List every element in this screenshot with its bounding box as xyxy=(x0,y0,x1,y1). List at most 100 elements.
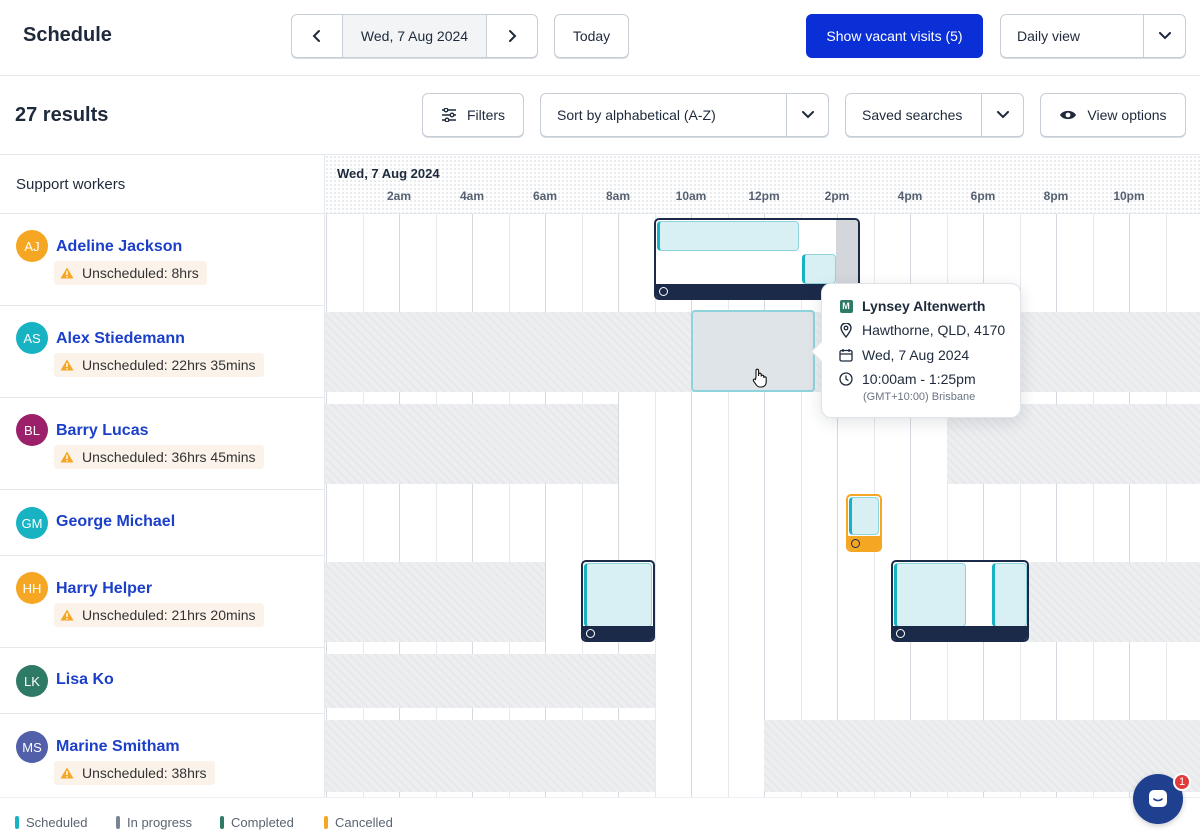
worker-row: AJ Adeline Jackson Unscheduled: 8hrs xyxy=(0,214,324,306)
legend-completed: Completed xyxy=(220,815,294,830)
hour-tick-label: 6pm xyxy=(970,189,996,203)
visit-block[interactable] xyxy=(849,497,879,535)
chevron-down-icon xyxy=(786,94,828,136)
warning-icon xyxy=(60,359,74,371)
hour-gridline xyxy=(655,714,656,798)
legend-label: Cancelled xyxy=(335,815,393,830)
view-select[interactable]: Daily view xyxy=(1000,14,1186,58)
visit-group[interactable] xyxy=(581,560,655,642)
hour-gridline xyxy=(983,648,984,714)
hour-gridline xyxy=(1166,490,1167,556)
legend-cancelled: Cancelled xyxy=(324,815,393,830)
results-count: 27 results xyxy=(15,104,109,126)
next-day-button[interactable] xyxy=(487,15,537,57)
hour-gridline xyxy=(728,648,729,714)
hour-gridline xyxy=(1166,214,1167,306)
timezone-text: (GMT+10:00) Brisbane xyxy=(863,391,976,403)
in-progress-block[interactable] xyxy=(836,220,858,286)
warning-icon xyxy=(60,267,74,279)
visit-block[interactable] xyxy=(657,221,799,251)
timeline: Wed, 7 Aug 2024 2am 4am 6am 8am 10am 12pm 2pm 4… xyxy=(325,155,1200,798)
visit-footer xyxy=(583,626,653,640)
filters-button[interactable]: Filters xyxy=(422,93,524,137)
hour-gridline xyxy=(655,398,656,490)
visit-block[interactable] xyxy=(894,563,966,627)
hour-gridline xyxy=(910,490,911,556)
worker-row: LK Lisa Ko xyxy=(0,648,324,714)
hour-gridline xyxy=(582,214,583,306)
view-select-value: Daily view xyxy=(1017,28,1081,44)
previous-day-button[interactable] xyxy=(292,15,342,57)
info-icon xyxy=(659,287,668,296)
warning-icon xyxy=(60,767,74,779)
sort-select[interactable]: Sort by alphabetical (A-Z) xyxy=(540,93,829,137)
info-icon xyxy=(586,629,595,638)
timeline-row xyxy=(325,714,1200,798)
visit-block[interactable] xyxy=(802,254,836,284)
hour-gridline xyxy=(655,490,656,556)
workers-column: Support workers AJ Adeline Jackson Unsch… xyxy=(0,155,325,798)
hour-gridline xyxy=(801,490,802,556)
show-vacant-visits-button[interactable]: Show vacant visits (5) xyxy=(806,14,983,58)
worker-row: HH Harry Helper Unscheduled: 21hrs 20min… xyxy=(0,556,324,648)
saved-searches-select[interactable]: Saved searches xyxy=(845,93,1024,137)
hour-gridline xyxy=(655,648,656,714)
unscheduled-label: Unscheduled: 8hrs xyxy=(82,265,199,281)
chat-icon xyxy=(1149,790,1167,807)
hour-tick-label: 8am xyxy=(605,189,631,203)
hour-tick-label: 6am xyxy=(532,189,558,203)
avatar: HH xyxy=(16,572,48,604)
worker-row: AS Alex Stiedemann Unscheduled: 22hrs 35… xyxy=(0,306,324,398)
timeline-row xyxy=(325,648,1200,714)
today-button[interactable]: Today xyxy=(554,14,629,58)
hour-gridline xyxy=(1093,490,1094,556)
visit-group[interactable] xyxy=(891,560,1029,642)
worker-name[interactable]: Adeline Jackson xyxy=(56,238,182,256)
unavailable-block xyxy=(325,654,655,708)
worker-name[interactable]: Lisa Ko xyxy=(56,671,114,689)
hour-gridline xyxy=(472,214,473,306)
worker-name[interactable]: Marine Smitham xyxy=(56,738,180,756)
hour-gridline xyxy=(545,214,546,306)
hour-gridline xyxy=(837,648,838,714)
hour-gridline xyxy=(691,648,692,714)
saved-searches-value: Saved searches xyxy=(862,107,963,123)
hour-gridline xyxy=(1056,648,1057,714)
worker-name[interactable]: Alex Stiedemann xyxy=(56,330,185,348)
hour-gridline xyxy=(837,490,838,556)
avatar: GM xyxy=(16,507,48,539)
hour-gridline xyxy=(1020,648,1021,714)
worker-name[interactable]: George Michael xyxy=(56,513,175,531)
hour-gridline xyxy=(1056,490,1057,556)
view-options-button[interactable]: View options xyxy=(1040,93,1186,137)
tooltip-address: Hawthorne, QLD, 4170 xyxy=(838,322,1005,338)
date-navigator: Wed, 7 Aug 2024 xyxy=(291,14,538,58)
unscheduled-label: Unscheduled: 22hrs 35mins xyxy=(82,357,256,373)
hour-gridline xyxy=(436,214,437,306)
info-icon xyxy=(851,539,860,548)
worker-name[interactable]: Barry Lucas xyxy=(56,422,149,440)
hour-tick-label: 4am xyxy=(459,189,485,203)
timeline-date: Wed, 7 Aug 2024 xyxy=(337,166,440,181)
worker-row: GM George Michael xyxy=(0,490,324,556)
hour-gridline xyxy=(582,490,583,556)
sliders-icon xyxy=(441,108,457,122)
hour-gridline xyxy=(509,214,510,306)
chevron-left-icon xyxy=(312,30,320,42)
hour-gridline xyxy=(472,490,473,556)
unscheduled-badge: Unscheduled: 38hrs xyxy=(54,761,215,785)
visit-block[interactable] xyxy=(584,563,652,627)
unscheduled-badge: Unscheduled: 21hrs 20mins xyxy=(54,603,264,627)
hour-gridline xyxy=(1093,648,1094,714)
worker-name[interactable]: Harry Helper xyxy=(56,580,152,598)
clock-icon xyxy=(838,371,854,387)
cancelled-visit[interactable] xyxy=(846,494,882,552)
current-date[interactable]: Wed, 7 Aug 2024 xyxy=(342,15,487,57)
calendar-icon xyxy=(838,347,854,363)
visit-block[interactable] xyxy=(992,563,1027,627)
chevron-down-icon xyxy=(981,94,1023,136)
hour-gridline xyxy=(1093,214,1094,306)
hour-tick-label: 2pm xyxy=(824,189,850,203)
legend-label: Scheduled xyxy=(26,815,88,830)
date-text: Wed, 7 Aug 2024 xyxy=(862,347,970,363)
